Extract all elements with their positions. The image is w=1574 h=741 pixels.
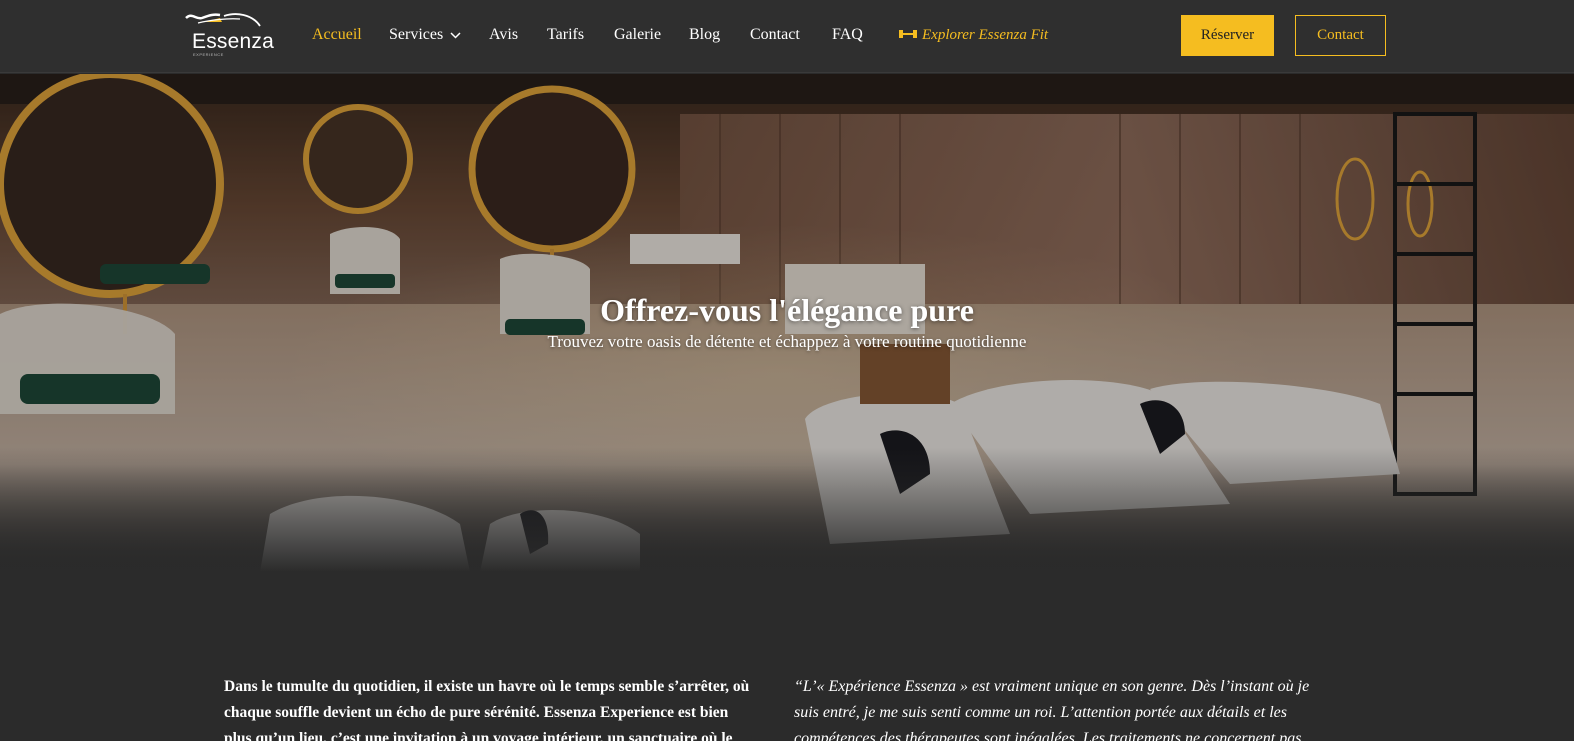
- logo-tagline: EXPERIENCE: [193, 52, 224, 57]
- nav-item-faq[interactable]: FAQ: [832, 26, 863, 44]
- reserve-button[interactable]: Réserver: [1181, 15, 1274, 56]
- hero-title: Offrez-vous l'élégance pure: [600, 292, 974, 328]
- nav-item-services-label: Services: [389, 26, 444, 43]
- contact-button[interactable]: Contact: [1295, 15, 1386, 56]
- nav-item-blog[interactable]: Blog: [689, 26, 720, 44]
- testimonial-quote: “L’« Expérience Essenza » est vraiment u…: [794, 678, 1310, 741]
- nav-item-accueil[interactable]: Accueil: [312, 26, 362, 44]
- nav-item-tarifs[interactable]: Tarifs: [547, 26, 584, 44]
- logo-wordmark: Essenza: [192, 30, 274, 53]
- dumbbell-icon: [898, 28, 918, 45]
- hero-subtitle: Trouvez votre oasis de détente et échapp…: [547, 332, 1027, 351]
- nav-item-explore-fit[interactable]: Explorer Essenza Fit: [898, 27, 1048, 45]
- chevron-down-icon: [450, 26, 461, 44]
- site-header: Essenza EXPERIENCE Accueil Services Avis…: [0, 0, 1574, 73]
- nav-item-galerie[interactable]: Galerie: [614, 26, 661, 44]
- hero-section: Offrez-vous l'élégance pure Trouvez votr…: [0, 74, 1574, 572]
- brand-logo[interactable]: Essenza EXPERIENCE: [184, 10, 274, 60]
- explore-fit-label: Explorer Essenza Fit: [922, 27, 1049, 43]
- nav-item-contact[interactable]: Contact: [750, 26, 800, 44]
- nav-item-avis[interactable]: Avis: [489, 26, 518, 44]
- nav-item-services[interactable]: Services: [389, 26, 461, 44]
- intro-paragraph: Dans le tumulte du quotidien, il existe …: [224, 678, 750, 741]
